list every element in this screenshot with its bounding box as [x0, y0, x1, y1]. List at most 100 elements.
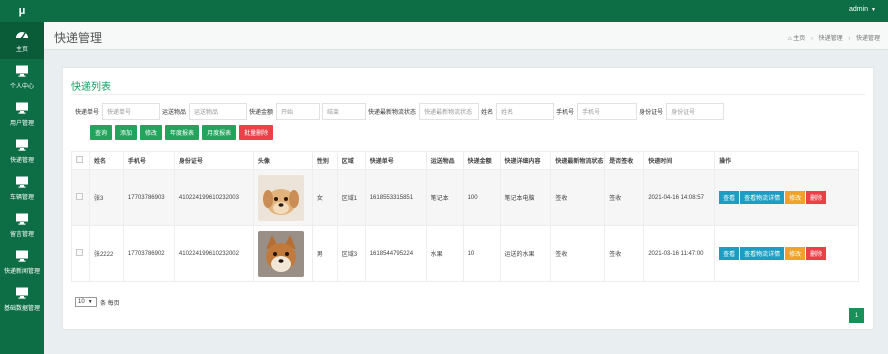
id-cell: 410224199610232002: [173, 225, 254, 282]
divider: [71, 94, 865, 95]
sidebar-item-label: 留言管理: [9, 232, 34, 238]
goods-cell: 笔记本: [425, 169, 464, 226]
sidebar-item-news[interactable]: 快递新闻管理: [0, 244, 44, 281]
user-menu[interactable]: admin ▼: [849, 6, 876, 13]
sidebar-item-label: 车辆管理: [9, 195, 34, 201]
phone-placeholder: 手机号: [582, 110, 601, 116]
status-placeholder: 快递最新物流状态: [424, 110, 473, 116]
page-header: 快递管理 ⌂ 主页 › 快递管理 › 快递管理: [44, 22, 888, 50]
column-header: 快递详细内容: [499, 151, 552, 170]
amount-cell: 100: [462, 169, 501, 226]
view-button[interactable]: 查看: [719, 247, 740, 260]
goods-input[interactable]: 运送物品: [189, 103, 248, 120]
add-button[interactable]: 添加: [115, 125, 138, 140]
signed-cell: 签收: [604, 169, 645, 226]
app-logo[interactable]: μ: [0, 0, 44, 22]
goods-placeholder: 运送物品: [194, 110, 219, 116]
sidebar-item-label: 基础数据管理: [3, 306, 40, 312]
breadcrumb-express[interactable]: 快递管理: [819, 36, 843, 42]
column-header: 区域: [336, 151, 366, 170]
monthly-report-button[interactable]: 月度报表: [202, 125, 237, 140]
monitor-icon: [16, 213, 28, 225]
delete-row-button[interactable]: 删除: [806, 247, 827, 260]
column-header: 快递时间: [643, 151, 716, 170]
phone-input[interactable]: 手机号: [577, 103, 638, 120]
sidebar-item-base-data[interactable]: 基础数据管理: [0, 281, 44, 318]
row-checkbox[interactable]: [76, 193, 83, 200]
view-logistics-button[interactable]: 查看物流详情: [740, 191, 785, 204]
sidebar-item-label: 快递新闻管理: [3, 269, 40, 275]
sidebar-item-users[interactable]: 用户管理: [0, 96, 44, 133]
monitor-icon: [16, 65, 28, 77]
monitor-icon: [16, 287, 28, 299]
name-cell: 张2222: [88, 225, 124, 282]
tracking-input[interactable]: 快递单号: [102, 103, 161, 120]
search-button[interactable]: 查询: [90, 125, 113, 140]
select-all-checkbox[interactable]: [76, 156, 83, 163]
edit-row-button[interactable]: 修改: [785, 191, 806, 204]
column-header: 运送物品: [425, 151, 464, 170]
avatar-cell: [252, 169, 313, 226]
sidebar-item-express[interactable]: 快递管理: [0, 133, 44, 170]
breadcrumb-home[interactable]: 主页: [793, 36, 805, 42]
detail-cell: 运送的水果: [499, 225, 552, 282]
sidebar-item-label: 用户管理: [9, 121, 34, 127]
id-input[interactable]: 身份证号: [666, 103, 725, 120]
signed-cell: 签收: [604, 225, 645, 282]
checkbox-cell: [71, 169, 90, 226]
id-label: 身份证号: [639, 110, 664, 116]
batch-delete-button[interactable]: 批量删除: [239, 125, 274, 140]
status-cell: 签收: [550, 225, 606, 282]
amount-start-input[interactable]: 开始: [276, 103, 321, 120]
id-placeholder: 身份证号: [671, 110, 696, 116]
name-label: 姓名: [481, 110, 494, 116]
edit-button[interactable]: 修改: [140, 125, 163, 140]
detail-cell: 笔记本电脑: [499, 169, 552, 226]
column-header: 姓名: [88, 151, 124, 170]
list-title: 快递列表: [71, 82, 111, 93]
row-checkbox[interactable]: [76, 249, 83, 256]
sidebar-item-vehicles[interactable]: 车辆管理: [0, 170, 44, 207]
monitor-icon: [16, 176, 28, 188]
chevron-right-icon: ›: [810, 36, 813, 42]
edit-row-button[interactable]: 修改: [785, 247, 806, 260]
sidebar-item-label: 快递管理: [9, 158, 34, 164]
amount-cell: 10: [462, 225, 501, 282]
name-cell: 张3: [88, 169, 124, 226]
sidebar-item-profile[interactable]: 个人中心: [0, 59, 44, 96]
page-size-control: 10 ▼ 条 每页: [75, 297, 120, 307]
delete-row-button[interactable]: 删除: [806, 191, 827, 204]
name-input[interactable]: 姓名: [496, 103, 555, 120]
chevron-right-icon: ›: [848, 36, 851, 42]
tracking-placeholder: 快递单号: [107, 110, 132, 116]
sidebar-item-messages[interactable]: 留言管理: [0, 207, 44, 244]
time-cell: 2021-04-16 14:08:57: [643, 169, 716, 226]
column-header: 手机号: [122, 151, 175, 170]
sidebar-item-home[interactable]: 主页: [0, 22, 44, 59]
goods-cell: 水果: [425, 225, 464, 282]
actions-cell: 查看 查看物流详情 修改 删除: [714, 225, 859, 282]
id-cell: 410224199610232003: [173, 169, 254, 226]
page-button[interactable]: 1: [849, 308, 864, 323]
top-bar: admin ▼: [44, 0, 888, 22]
sidebar-item-label: 个人中心: [9, 84, 34, 90]
column-header: 快递金额: [462, 151, 501, 170]
page-title: 快递管理: [54, 31, 103, 45]
monitor-icon: [16, 139, 28, 151]
amount-end-input[interactable]: 结束: [322, 103, 367, 120]
shiba-photo: [257, 230, 304, 277]
name-placeholder: 姓名: [501, 110, 514, 116]
username: admin: [848, 6, 869, 13]
filter-bar: 快递单号 快递单号 运送物品 运送物品 快递金额 开始 结束 快递最新物流状态 …: [75, 103, 726, 120]
tracking-cell: 1618553315851: [364, 169, 427, 226]
yearly-report-button[interactable]: 年度报表: [165, 125, 200, 140]
page-size-select[interactable]: 10 ▼: [75, 297, 97, 307]
column-header: 头像: [252, 151, 313, 170]
phone-label: 手机号: [556, 110, 575, 116]
status-label: 快递最新物流状态: [368, 110, 417, 116]
view-logistics-button[interactable]: 查看物流详情: [740, 247, 785, 260]
gender-cell: 女: [311, 169, 338, 226]
column-header: 身份证号: [173, 151, 254, 170]
view-button[interactable]: 查看: [719, 191, 740, 204]
status-input[interactable]: 快递最新物流状态: [419, 103, 480, 120]
